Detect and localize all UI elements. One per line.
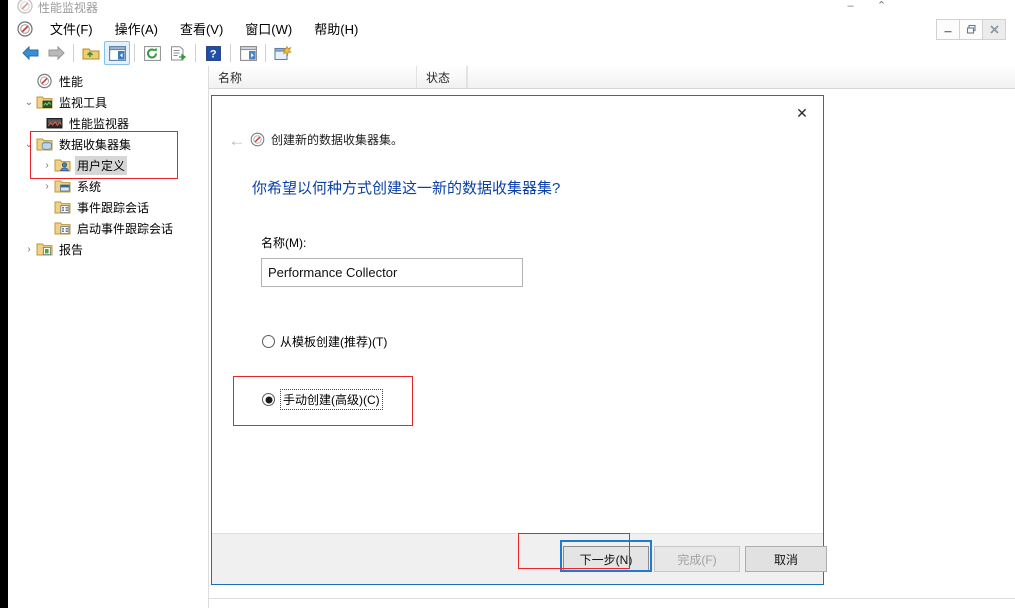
menu-bar: 文件(F) 操作(A) 查看(V) 窗口(W) 帮助(H) [8,17,1015,40]
dialog-close-button[interactable]: ✕ [785,100,819,126]
mdi-close-button[interactable] [982,19,1006,40]
name-input[interactable] [261,258,523,287]
window-title-bar: 性能监视器 – ⌃ [8,0,1015,17]
window-title: 性能监视器 [38,1,99,13]
back-arrow-icon[interactable] [17,41,43,65]
column-header-status[interactable]: 状态 [417,66,467,88]
dialog-breadcrumb-label: 创建新的数据收集器集。 [271,133,404,147]
cancel-button[interactable]: 取消 [745,546,827,572]
tree-item-event-trace-sessions[interactable]: 事件跟踪会话 [54,197,151,217]
tree-item-label: 启动事件跟踪会话 [77,221,174,236]
menu-window[interactable]: 窗口(W) [234,17,303,40]
dialog-back-button[interactable]: ← [222,129,252,153]
new-window-icon[interactable] [270,41,296,65]
radio-button-indicator-selected[interactable] [262,393,275,406]
startup-event-trace-sessions-icon [54,220,71,236]
tree-item-label: 监视工具 [59,95,108,110]
svg-text:?: ? [209,48,216,60]
menu-action[interactable]: 操作(A) [104,17,169,40]
dialog-breadcrumb: 创建新的数据收集器集。 [250,131,403,148]
refresh-icon[interactable] [139,41,165,65]
dialog-heading: 你希望以何种方式创建这一新的数据收集器集? [252,180,561,197]
tree-item-label: 性能监视器 [69,116,130,131]
toolbar: ? [8,40,1015,66]
tree-item-label: 性能 [59,74,84,89]
next-button[interactable]: 下一步(N) [563,546,649,572]
monitoring-tools-folder-icon [36,94,53,110]
system-folder-icon [54,178,71,194]
toolbar-separator [195,44,196,62]
create-data-collector-set-dialog: ✕ ← 创建新的数据收集器集。 你希望以何种方式创建这一新的数据收集器集? 名称… [211,95,827,585]
tree-item-system[interactable]: › 系统 [40,176,103,196]
help-icon[interactable]: ? [200,41,226,65]
tree-item-reports[interactable]: › 报告 [22,239,85,259]
left-black-gutter [0,0,8,608]
mdi-minimize-button[interactable] [936,19,960,40]
column-header-name[interactable]: 名称 [209,66,417,88]
performance-monitor-window: 性能监视器 – ⌃ 文件(F) 操作(A) 查看(V) 窗口(W) 帮助(H) [8,0,1015,608]
app-icon [17,20,33,37]
tree-chevron-expanded[interactable]: ⌄ [22,95,36,109]
mdi-restore-button[interactable] [959,19,983,40]
user-defined-folder-icon [54,157,71,173]
radio-label: 从模板创建(推荐)(T) [280,335,388,349]
tree-item-startup-event-trace-sessions[interactable]: 启动事件跟踪会话 [54,218,175,238]
tree-item-label: 用户定义 [75,155,128,175]
tree-item-label: 报告 [59,242,84,257]
properties-icon[interactable] [235,41,261,65]
tree-chevron-expanded[interactable]: ⌄ [22,137,36,151]
tree-chevron-collapsed[interactable]: › [22,242,36,256]
radio-label: 手动创建(高级)(C) [280,389,383,410]
tree-item-data-collector-sets[interactable]: ⌄ 数据收集器集 [22,134,133,154]
window-maximize-button[interactable]: ⌃ [866,0,897,13]
name-label-text: 名称(M): [261,236,307,250]
window-controls: – ⌃ [835,0,897,13]
menu-help[interactable]: 帮助(H) [303,17,369,40]
finish-button: 完成(F) [654,546,740,572]
mdi-child-controls [936,19,1006,40]
up-folder-icon[interactable] [78,41,104,65]
performance-monitor-icon [17,0,33,14]
tree-item-label: 数据收集器集 [59,137,132,152]
tree-chevron-collapsed[interactable]: › [40,158,54,172]
performance-monitor-icon [250,132,265,147]
tree-item-monitoring-tools[interactable]: ⌄ 监视工具 [22,92,109,112]
tree-item-performance[interactable]: 性能 [22,71,85,91]
radio-create-from-template[interactable]: 从模板创建(推荐)(T) [262,333,387,350]
performance-icon [36,73,53,89]
pane-bottom-border [209,598,1015,599]
menu-view[interactable]: 查看(V) [169,17,234,40]
console-tree-pane[interactable]: 性能 ⌄ 监视工具 性能监视器 ⌄ 数据收集器集 › 用户定义 › 系统 事件跟… [8,66,209,608]
toolbar-separator [73,44,74,62]
tree-item-user-defined[interactable]: › 用户定义 [40,155,128,175]
show-hide-tree-icon[interactable] [104,41,130,65]
reports-folder-icon [36,241,53,257]
screen-root: 性能监视器 – ⌃ 文件(F) 操作(A) 查看(V) 窗口(W) 帮助(H) [0,0,1015,608]
toolbar-separator [265,44,266,62]
tree-item-label: 系统 [77,179,102,194]
dialog-footer: 下一步(N) 完成(F) 取消 [212,533,827,584]
radio-button-indicator[interactable] [262,335,275,348]
radio-create-manually[interactable]: 手动创建(高级)(C) [262,389,383,410]
name-field-label: 名称(M): [261,234,306,251]
export-list-icon[interactable] [165,41,191,65]
data-collector-sets-folder-icon [36,136,53,152]
window-minimize-button[interactable]: – [835,0,866,13]
tree-chevron [22,74,36,88]
event-trace-sessions-icon [54,199,71,215]
performance-monitor-chart-icon [46,115,63,131]
menu-file[interactable]: 文件(F) [39,17,104,40]
column-divider [467,66,468,88]
toolbar-separator [230,44,231,62]
tree-item-label: 事件跟踪会话 [77,200,150,215]
toolbar-separator [134,44,135,62]
tree-item-performance-monitor[interactable]: 性能监视器 [46,113,131,133]
forward-arrow-icon[interactable] [43,41,69,65]
tree-chevron-collapsed[interactable]: › [40,179,54,193]
list-column-header: 名称 状态 [209,66,1015,89]
